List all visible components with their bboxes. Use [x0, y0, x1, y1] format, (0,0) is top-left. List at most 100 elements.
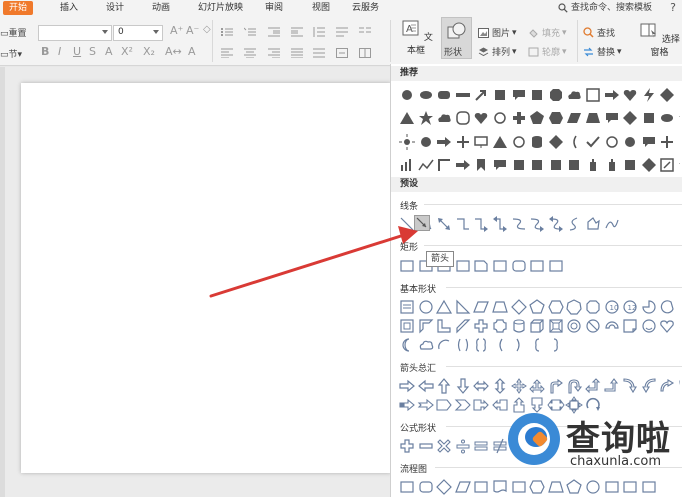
shape-option[interactable] — [565, 215, 583, 233]
shape-option[interactable] — [491, 109, 509, 127]
shape-option[interactable] — [547, 86, 565, 104]
arrange-button[interactable]: 排列 ▾ — [478, 45, 517, 58]
shape-option[interactable] — [565, 317, 583, 335]
shape-option[interactable] — [435, 86, 453, 104]
italic-icon[interactable]: I — [58, 45, 61, 58]
selection-pane-button[interactable]: 选择窗格 — [637, 22, 682, 58]
shape-option[interactable] — [417, 336, 435, 354]
shape-option[interactable] — [417, 298, 435, 316]
shape-option[interactable] — [640, 317, 658, 335]
shape-option[interactable] — [510, 336, 528, 354]
shape-option[interactable] — [472, 317, 490, 335]
shape-option[interactable] — [454, 86, 472, 104]
tab-review[interactable]: 审阅 — [265, 1, 283, 15]
shape-option[interactable] — [510, 317, 528, 335]
shape-option[interactable] — [565, 86, 583, 104]
shape-option[interactable] — [417, 478, 435, 496]
shape-option[interactable] — [417, 133, 435, 151]
shape-option[interactable] — [510, 215, 528, 233]
shape-option[interactable] — [454, 133, 472, 151]
shape-option[interactable] — [417, 437, 435, 455]
shape-option[interactable] — [565, 109, 583, 127]
shape-option[interactable] — [435, 133, 453, 151]
shape-option[interactable] — [491, 156, 509, 174]
shape-option[interactable] — [658, 86, 676, 104]
shape-option[interactable] — [528, 257, 546, 275]
tab-insert[interactable]: 插入 — [60, 1, 78, 15]
shape-option[interactable] — [454, 336, 472, 354]
shape-option[interactable] — [658, 109, 676, 127]
text-direction-icon[interactable] — [336, 27, 348, 37]
shape-option[interactable] — [398, 156, 416, 174]
shape-option[interactable] — [677, 156, 680, 174]
font-name-select[interactable] — [38, 25, 112, 41]
shape-option[interactable] — [398, 133, 416, 151]
shape-option[interactable] — [584, 109, 602, 127]
indent-decrease-icon[interactable] — [268, 27, 280, 37]
selected-arrow-shape[interactable] — [414, 215, 430, 231]
shape-option[interactable] — [658, 377, 676, 395]
shape-option[interactable] — [658, 133, 676, 151]
shape-option[interactable] — [621, 317, 639, 335]
shape-option[interactable] — [472, 86, 490, 104]
shape-option[interactable] — [398, 377, 416, 395]
shape-option[interactable] — [547, 257, 565, 275]
font-shrink-icon[interactable]: A⁻ — [186, 24, 199, 37]
shape-option[interactable] — [640, 133, 658, 151]
shape-option[interactable] — [603, 86, 621, 104]
shape-option[interactable] — [472, 257, 490, 275]
shape-option[interactable] — [584, 215, 602, 233]
shape-option[interactable] — [677, 109, 680, 127]
justify-icon[interactable] — [291, 48, 303, 58]
command-search[interactable]: 查找命令、搜索模板 — [558, 0, 652, 16]
shape-option[interactable] — [491, 298, 509, 316]
shape-option[interactable] — [435, 298, 453, 316]
shape-option[interactable] — [398, 257, 416, 275]
shape-option[interactable] — [435, 377, 453, 395]
reset-button[interactable]: ▭重置 — [0, 26, 27, 39]
shape-option[interactable] — [454, 478, 472, 496]
shape-option[interactable] — [603, 377, 621, 395]
shape-option[interactable] — [435, 396, 453, 414]
tab-animation[interactable]: 动画 — [152, 1, 170, 15]
fill-button[interactable]: 填充 ▾ — [528, 26, 567, 39]
shape-option[interactable] — [510, 156, 528, 174]
shape-option[interactable] — [491, 377, 509, 395]
tab-design[interactable]: 设计 — [106, 1, 124, 15]
shape-option[interactable] — [417, 86, 435, 104]
shape-option[interactable] — [417, 317, 435, 335]
font-grow-icon[interactable]: A⁺ — [170, 24, 183, 37]
shape-option[interactable] — [547, 133, 565, 151]
shape-option[interactable] — [510, 86, 528, 104]
shape-option[interactable] — [603, 156, 621, 174]
shape-option[interactable] — [510, 257, 528, 275]
align-right-icon[interactable] — [268, 48, 280, 58]
shape-option[interactable] — [472, 396, 490, 414]
shape-option[interactable] — [417, 377, 435, 395]
textbox-button[interactable]: A 文本框 — [398, 18, 434, 56]
align-center-icon[interactable] — [244, 48, 256, 58]
clear-format-icon[interactable]: ◇ — [203, 24, 211, 35]
columns-icon[interactable] — [359, 27, 371, 37]
shape-option[interactable] — [510, 109, 528, 127]
underline-icon[interactable]: U — [73, 45, 81, 58]
shape-option[interactable] — [510, 133, 528, 151]
shape-option[interactable] — [491, 215, 509, 233]
tab-slideshow[interactable]: 幻灯片放映 — [198, 1, 243, 15]
tab-cloud[interactable]: 云服务 — [352, 1, 379, 15]
shape-option[interactable] — [565, 298, 583, 316]
shape-option[interactable] — [398, 298, 416, 316]
shape-option[interactable]: 10 — [603, 298, 621, 316]
shape-option[interactable] — [640, 109, 658, 127]
section-button[interactable]: ▭节▾ — [0, 47, 22, 60]
smartart-icon[interactable] — [359, 48, 371, 58]
shape-option[interactable] — [677, 317, 680, 335]
shape-option[interactable] — [435, 437, 453, 455]
shape-option[interactable] — [472, 478, 490, 496]
shadow-icon[interactable]: S — [89, 45, 96, 58]
shape-option[interactable] — [417, 396, 435, 414]
shape-option[interactable] — [640, 86, 658, 104]
font-size-select[interactable]: 0 — [113, 25, 163, 41]
shape-option[interactable] — [528, 86, 546, 104]
shape-option[interactable] — [565, 377, 583, 395]
